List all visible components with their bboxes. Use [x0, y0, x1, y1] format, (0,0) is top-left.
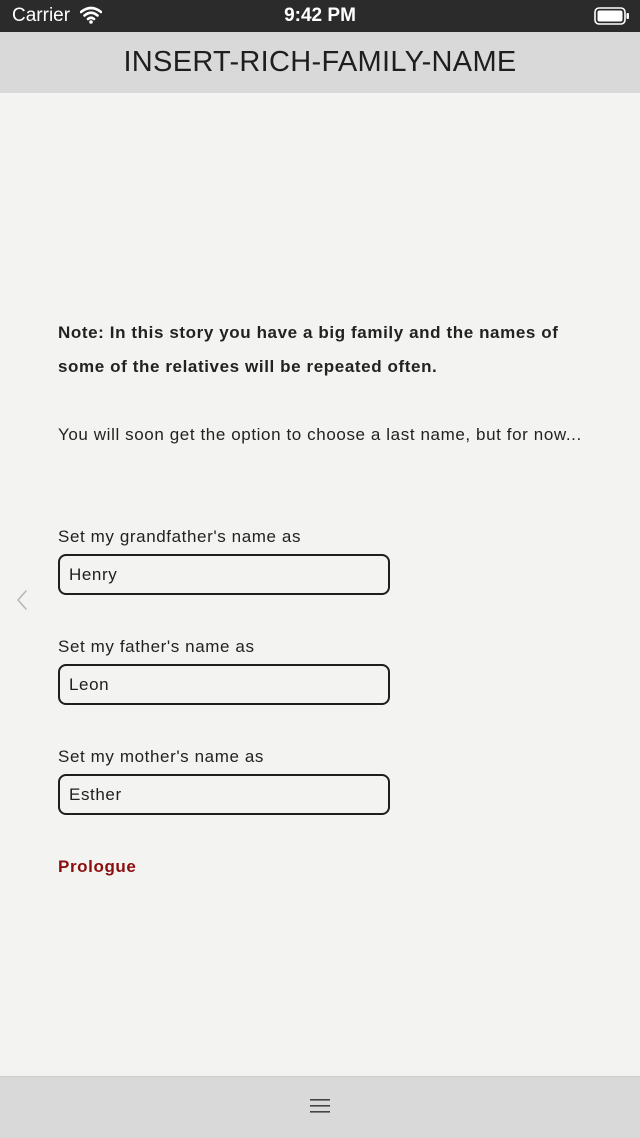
mother-name-label: Set my mother's name as: [58, 747, 265, 766]
grandfather-name-group: Set my grandfather's name as: [58, 526, 390, 595]
mother-name-group: Set my mother's name as: [58, 746, 390, 815]
bottom-toolbar: [0, 1076, 640, 1138]
status-time: 9:42 PM: [284, 5, 356, 26]
father-name-label: Set my father's name as: [58, 637, 255, 656]
grandfather-name-label: Set my grandfather's name as: [58, 527, 302, 546]
header-bar: INSERT-RICH-FAMILY-NAME: [0, 32, 640, 93]
hamburger-menu-icon[interactable]: [309, 1097, 331, 1115]
note-text: Note: In this story you have a big famil…: [58, 323, 559, 376]
chevron-left-icon[interactable]: [12, 588, 32, 612]
status-bar: Carrier 9:42 PM: [0, 0, 640, 32]
prologue-link[interactable]: Prologue: [58, 856, 136, 878]
father-name-group: Set my father's name as: [58, 636, 390, 705]
mother-name-input[interactable]: [58, 774, 390, 815]
page-title: INSERT-RICH-FAMILY-NAME: [123, 46, 517, 78]
grandfather-name-input[interactable]: [58, 554, 390, 595]
story-content: Note: In this story you have a big famil…: [58, 316, 588, 876]
father-name-input[interactable]: [58, 664, 390, 705]
intro-text: You will soon get the option to choose a…: [58, 425, 582, 444]
battery-icon: [594, 7, 629, 25]
